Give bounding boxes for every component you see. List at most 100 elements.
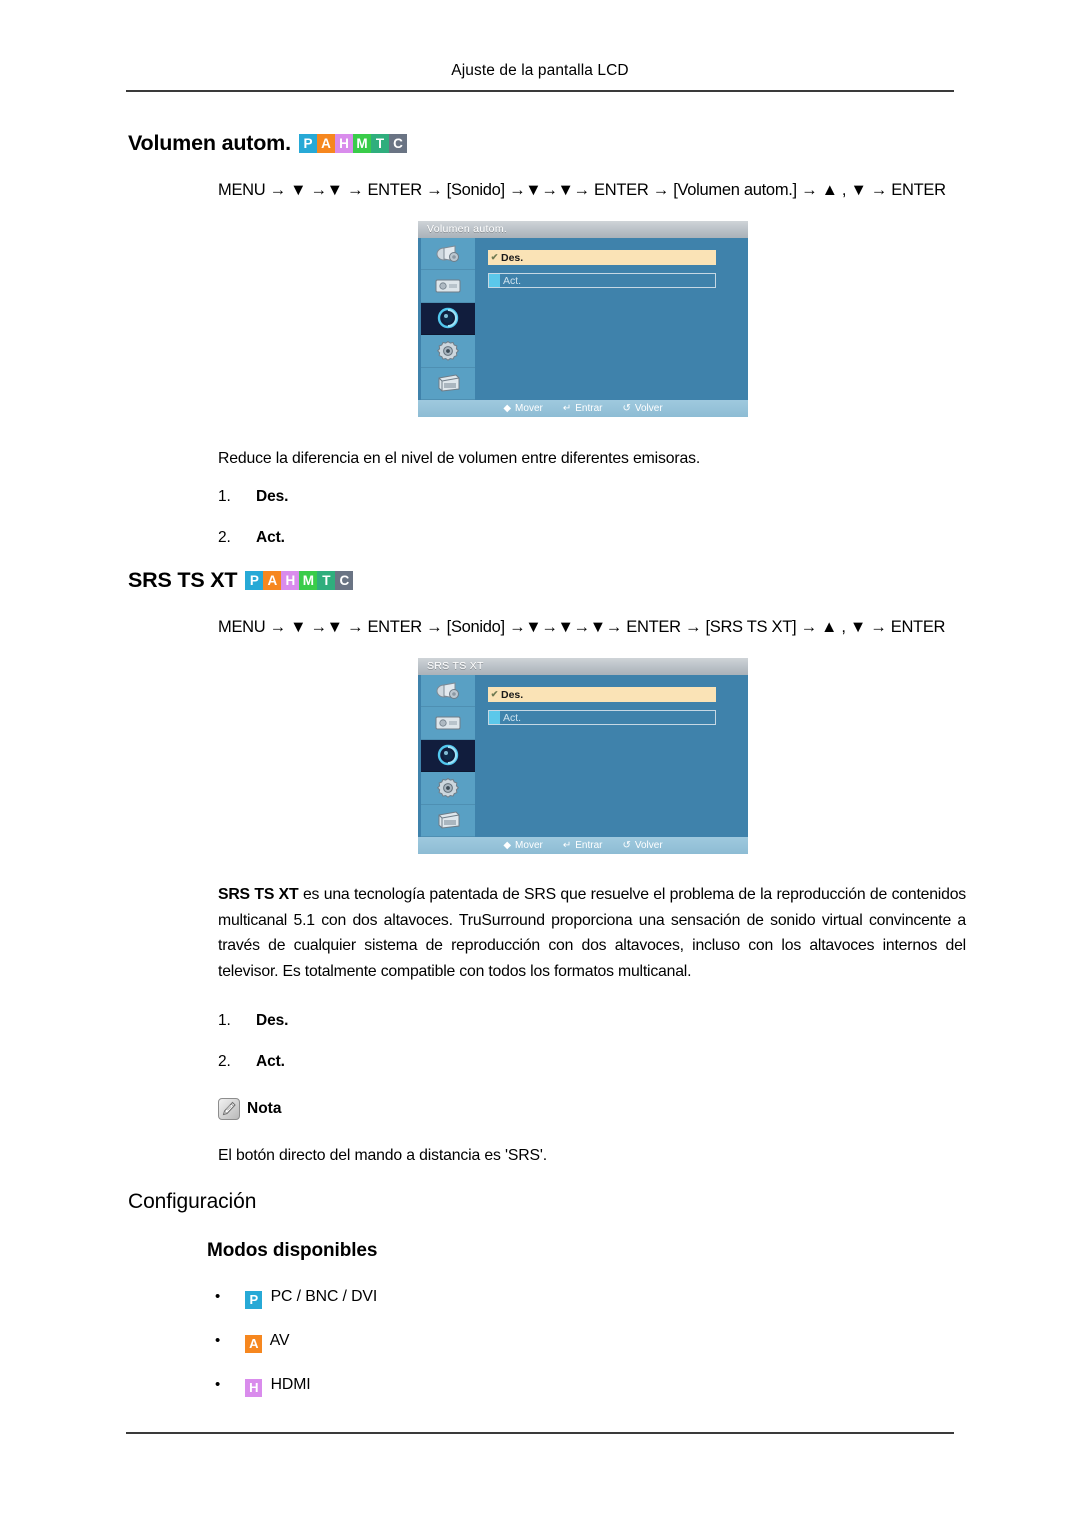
picture-icon[interactable] — [421, 238, 475, 271]
document-page: Ajuste de la pantalla LCD Volumen autom.… — [0, 0, 1080, 1527]
osd-option-des[interactable]: ✔ Des. — [488, 250, 716, 265]
enter-icon: ↵ — [562, 840, 572, 851]
osd-option-label: Act. — [503, 711, 522, 724]
return-icon: ↺ — [622, 403, 631, 414]
section-title-srs-ts-xt: SRS TS XT P A H M T C — [128, 568, 354, 593]
sound-icon[interactable] — [421, 739, 475, 773]
move-icon: ◆ — [503, 840, 512, 851]
osd-footer-return: ↺ Volver — [622, 403, 662, 414]
osd-option-act[interactable]: Act. — [488, 710, 716, 725]
osd-body: ✔ Des. Act. — [418, 675, 748, 837]
note-block: Nota — [218, 1098, 281, 1120]
osd-title: SRS TS XT — [418, 658, 748, 675]
osd-screenshot-volumen-autom: Volumen autom. ✔ Des. Act. ◆ Mover ↵ Ent… — [418, 221, 748, 417]
subsection-title-modos-disponibles: Modos disponibles — [207, 1240, 378, 1261]
osd-option-label: Act. — [503, 274, 522, 287]
osd-footer-label: Entrar — [575, 840, 603, 851]
step-number: 2. — [218, 529, 231, 546]
sound-icon[interactable] — [421, 302, 475, 336]
image-icon[interactable] — [421, 707, 475, 740]
mode-list-item-pc: • P PC / BNC / DVI — [215, 1288, 377, 1309]
mode-badge-c: C — [335, 571, 354, 590]
section-title-configuracion: Configuración — [128, 1190, 257, 1213]
osd-footer-return: ↺ Volver — [622, 840, 662, 851]
mode-badges-srs-ts-xt: P A H M T C — [245, 571, 354, 590]
osd-footer-label: Volver — [634, 840, 663, 851]
osd-options: ✔ Des. Act. — [475, 238, 748, 400]
setup-icon[interactable] — [421, 772, 475, 805]
osd-options: ✔ Des. Act. — [475, 675, 748, 837]
osd-footer-enter: ↵ Entrar — [563, 403, 603, 414]
mode-badge-m: M — [352, 134, 371, 153]
multicontrol-icon[interactable] — [421, 804, 475, 837]
mode-badge-p: P — [245, 571, 264, 590]
enter-icon: ↵ — [562, 403, 572, 414]
mode-badge-a: A — [316, 134, 335, 153]
check-icon: ✔ — [490, 689, 499, 699]
osd-title: Volumen autom. — [418, 221, 748, 238]
osd-body: ✔ Des. Act. — [418, 238, 748, 400]
picture-icon[interactable] — [421, 675, 475, 708]
setup-icon[interactable] — [421, 335, 475, 368]
mode-badges-volumen-autom: P A H M T C — [298, 134, 407, 153]
osd-footer-label: Entrar — [575, 403, 603, 414]
marker-icon — [489, 274, 500, 287]
return-icon: ↺ — [622, 840, 631, 851]
mode-list-item-av: • A AV — [215, 1332, 290, 1353]
osd-footer-move: ◆ Mover — [503, 840, 543, 851]
move-icon: ◆ — [503, 403, 512, 414]
osd-option-label: Des. — [501, 251, 524, 264]
mode-list-item-hdmi: • H HDMI — [215, 1376, 311, 1397]
note-text: El botón directo del mando a distancia e… — [218, 1147, 548, 1164]
osd-footer: ◆ Mover ↵ Entrar ↺ Volver — [418, 837, 748, 854]
bullet-icon: • — [215, 1288, 221, 1305]
mode-badge-t: T — [317, 571, 336, 590]
marker-icon — [489, 711, 500, 724]
mode-badge-a: A — [263, 571, 282, 590]
osd-footer: ◆ Mover ↵ Entrar ↺ Volver — [418, 400, 748, 417]
mode-badge-h: H — [281, 571, 300, 590]
osd-sidebar — [421, 675, 475, 837]
mode-badge-a: A — [245, 1335, 263, 1353]
multicontrol-icon[interactable] — [421, 367, 475, 400]
mode-label: PC / BNC / DVI — [270, 1288, 378, 1305]
osd-option-des[interactable]: ✔ Des. — [488, 687, 716, 702]
step-number: 2. — [218, 1053, 231, 1070]
description-lead: SRS TS XT — [218, 886, 299, 903]
description-srs-ts-xt: SRS TS XT es una tecnología patentada de… — [218, 882, 966, 984]
menu-path-srs-ts-xt: MENU → ▼ →▼ → ENTER → [Sonido] →▼→▼→▼→ E… — [218, 618, 946, 636]
osd-sidebar — [421, 238, 475, 400]
osd-option-act[interactable]: Act. — [488, 273, 716, 288]
footer-rule — [126, 1432, 954, 1434]
description-volumen-autom: Reduce la diferencia en el nivel de volu… — [218, 450, 701, 467]
description-rest: es una tecnología patentada de SRS que r… — [218, 886, 966, 980]
section-title-volumen-autom: Volumen autom. P A H M T C — [128, 131, 407, 156]
image-icon[interactable] — [421, 270, 475, 303]
mode-badge-c: C — [388, 134, 407, 153]
osd-screenshot-srs-ts-xt: SRS TS XT ✔ Des. Act. ◆ Mover ↵ Entrar ↺… — [418, 658, 748, 854]
osd-option-label: Des. — [501, 688, 524, 701]
step-number: 1. — [218, 1012, 231, 1029]
step-label: Des. — [256, 488, 289, 505]
bullet-icon: • — [215, 1376, 221, 1393]
mode-label: HDMI — [270, 1376, 311, 1393]
mode-badge-h: H — [245, 1379, 263, 1397]
bullet-icon: • — [215, 1332, 221, 1349]
mode-badge-p: P — [298, 134, 317, 153]
section-title-text: Volumen autom. — [128, 131, 291, 155]
note-pencil-icon — [218, 1098, 240, 1120]
mode-badge-h: H — [334, 134, 353, 153]
page-header: Ajuste de la pantalla LCD — [451, 62, 629, 79]
step-label: Act. — [256, 529, 285, 546]
osd-footer-label: Volver — [634, 403, 663, 414]
step-label: Des. — [256, 1012, 289, 1029]
header-rule — [126, 90, 954, 92]
step-label: Act. — [256, 1053, 285, 1070]
step-number: 1. — [218, 488, 231, 505]
mode-label: AV — [269, 1332, 290, 1349]
mode-badge-m: M — [299, 571, 318, 590]
check-icon: ✔ — [490, 252, 499, 262]
menu-path-volumen-autom: MENU → ▼ →▼ → ENTER → [Sonido] →▼→▼→ ENT… — [218, 181, 946, 199]
note-label: Nota — [247, 1100, 282, 1117]
section-title-text: SRS TS XT — [128, 568, 238, 592]
